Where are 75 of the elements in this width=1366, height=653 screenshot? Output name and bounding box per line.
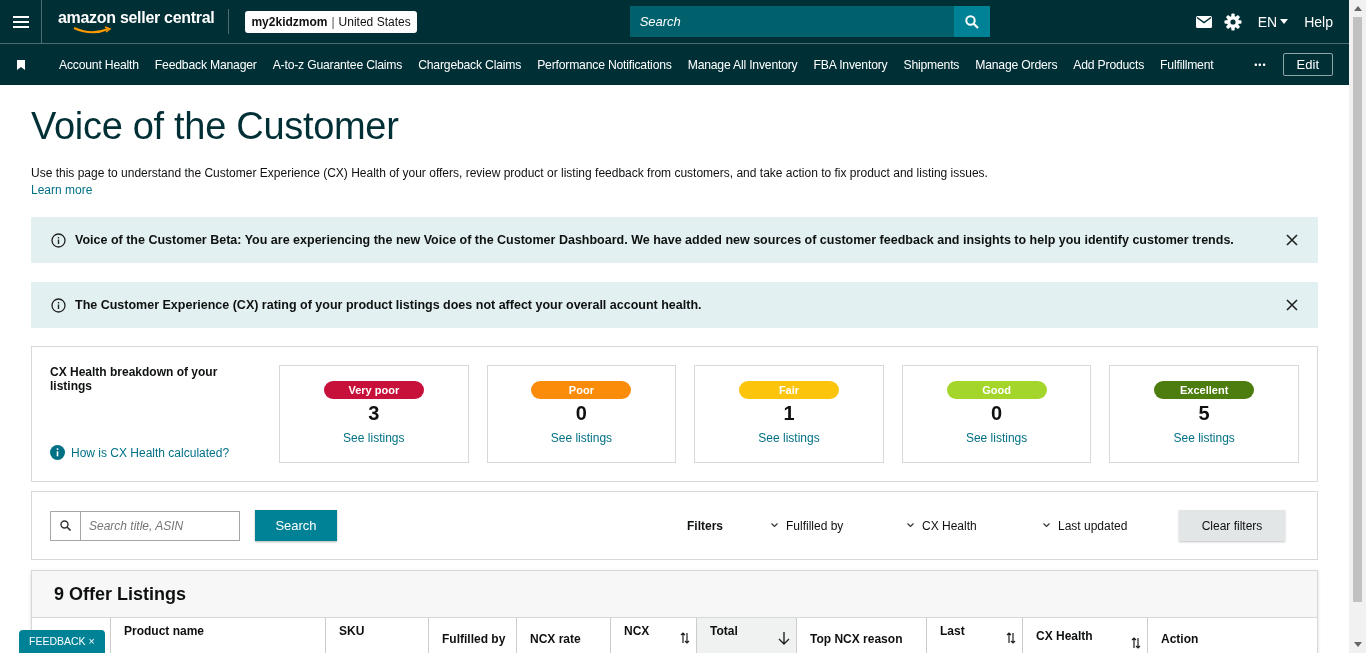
settings-icon[interactable] (1223, 12, 1242, 31)
see-listings-link[interactable]: See listings (550, 431, 613, 445)
sort-icon (1131, 637, 1141, 649)
page-title: Voice of the Customer (31, 105, 400, 148)
nav-link[interactable]: A-to-z Guarantee Claims (272, 57, 403, 72)
scroll-down-icon (1353, 642, 1362, 647)
nav-link[interactable]: Fulfillment (1160, 57, 1214, 72)
nav-link[interactable]: Manage All Inventory (687, 57, 798, 72)
filter-dropdown[interactable]: Last updated (1043, 518, 1179, 533)
bookmark-icon[interactable] (17, 59, 25, 70)
listing-count: 0 (575, 402, 587, 425)
sort-descending-icon (778, 632, 790, 645)
health-badge: Poor (531, 381, 632, 399)
feedback-tab[interactable]: FEEDBACK × (19, 630, 105, 653)
scrollbar-thumb[interactable] (1353, 17, 1362, 602)
alert-message: The Customer Experience (CX) rating of your product listings does not affect your overall account health. (75, 298, 703, 312)
search-icon (964, 14, 979, 29)
nav-link[interactable]: Account Health (59, 57, 139, 72)
filters-label: Filters (687, 518, 723, 533)
search-button[interactable] (953, 6, 990, 37)
learn-more-link[interactable]: Learn more (31, 183, 93, 197)
caret-icon (1280, 19, 1289, 24)
listing-count: 3 (368, 402, 380, 425)
see-listings-link[interactable]: See listings (1173, 431, 1235, 445)
health-badge: Fair (739, 381, 839, 399)
listing-count: 5 (1198, 402, 1210, 425)
filter-dropdown[interactable]: CX Health (907, 518, 1043, 533)
search-button[interactable]: Search (255, 510, 337, 541)
nav-link[interactable]: Performance Notifications (537, 57, 672, 72)
nav-link[interactable]: Feedback Manager (154, 57, 257, 72)
nav-link[interactable]: FBA Inventory (813, 57, 888, 72)
info-icon (50, 445, 65, 460)
info-icon (51, 297, 66, 313)
page-description: Use this page to understand the Customer Experience (CX) Health of your offers, review product or listing feedback from customers, and take action to fix product and listing issues. (31, 166, 989, 180)
logo[interactable]: amazon seller central (58, 9, 230, 34)
search-field[interactable]: Search (629, 6, 954, 37)
language-selector[interactable]: EN (1253, 13, 1293, 30)
scroll-up-icon (1353, 6, 1362, 11)
menu-icon[interactable] (12, 15, 29, 28)
close-icon[interactable] (1286, 299, 1298, 311)
sort-icon (1006, 632, 1016, 644)
help-link[interactable]: How is CX Health calculated? (71, 445, 230, 460)
nav-link[interactable]: Add Products (1073, 57, 1145, 72)
search-field[interactable]: Search title, ASIN (50, 510, 240, 541)
alert-message: Voice of the Customer Beta: You are experiencing the new Voice of the Customer Dashboard. We have added new sources of customer feedback and insights to help you identify customer trends. (75, 233, 1235, 247)
listing-count: 1 (783, 402, 795, 425)
nav-link[interactable]: Shipments (903, 57, 960, 72)
close-icon[interactable] (1286, 234, 1298, 246)
search-icon (60, 520, 71, 531)
see-listings-link[interactable]: See listings (343, 431, 405, 445)
breakdown-title: CX Health breakdown of your listings (50, 365, 219, 393)
help-link[interactable]: Help (1304, 13, 1333, 30)
info-icon (51, 232, 66, 248)
table-title: 9 Offer Listings (54, 583, 187, 605)
scrollbar[interactable] (1349, 0, 1366, 653)
chevron-icon (907, 523, 914, 528)
store-selector[interactable]: my2kidzmom | United States (245, 10, 417, 33)
mail-icon[interactable] (1195, 15, 1212, 28)
filter-dropdown[interactable]: Fulfilled by (771, 518, 907, 533)
see-listings-link[interactable]: See listings (965, 431, 1028, 445)
listing-count: 0 (991, 402, 1003, 425)
more-button[interactable]: ••• (1254, 59, 1267, 70)
health-badge: Very poor (323, 381, 424, 399)
nav-link[interactable]: Manage Orders (975, 57, 1058, 72)
edit-button[interactable]: Edit (1282, 53, 1333, 76)
nav-link[interactable]: Chargeback Claims (418, 57, 522, 72)
see-listings-link[interactable]: See listings (758, 431, 820, 445)
sort-icon (680, 632, 690, 644)
chevron-icon (771, 523, 778, 528)
column-header[interactable]: Total (696, 618, 796, 653)
smile-icon (72, 26, 112, 34)
health-badge: Good (946, 381, 1047, 399)
chevron-icon (1043, 523, 1050, 528)
clear-filters-button[interactable]: Clear filters (1179, 510, 1285, 541)
health-badge: Excellent (1154, 381, 1255, 399)
